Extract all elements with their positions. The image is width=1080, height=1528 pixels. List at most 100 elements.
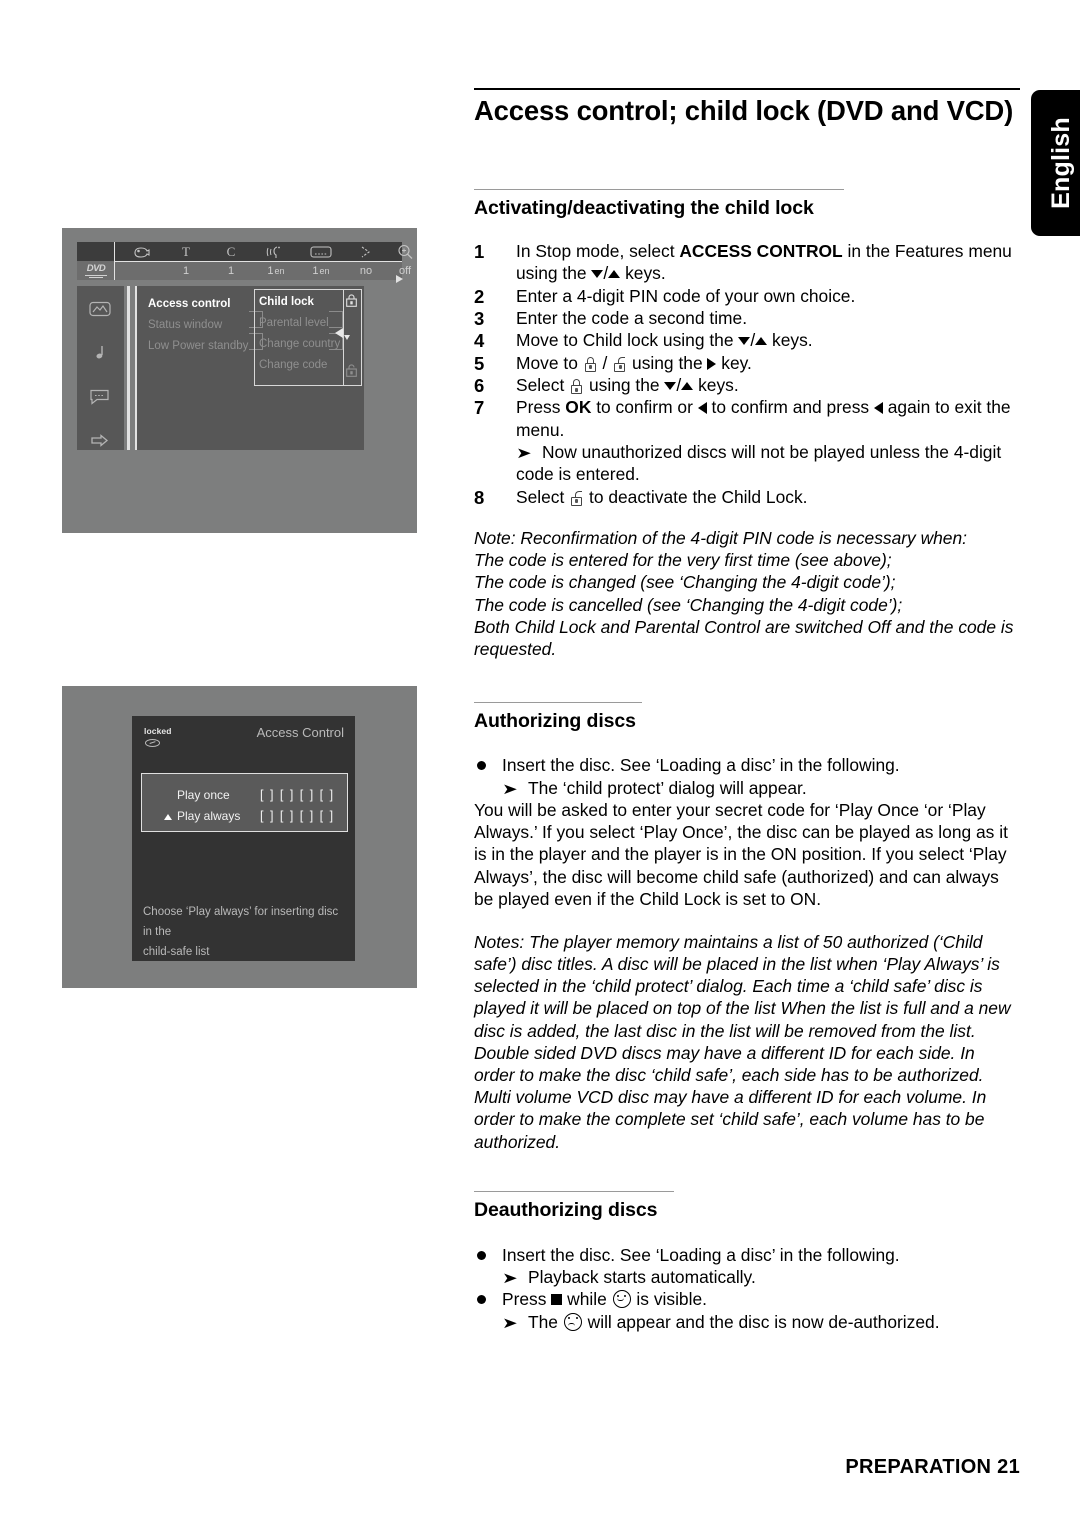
deauthorizing-bullet-1: Insert the disc. See ‘Loading a disc’ in…	[474, 1244, 1020, 1266]
down-arrow-icon	[591, 270, 604, 279]
step-7: 7 Press OK to confirm or to confirm and …	[474, 396, 1020, 441]
smiley-face-icon	[612, 1290, 631, 1309]
deauthorizing-bullet-2: Press while is visible.	[474, 1288, 1020, 1310]
lock-open-icon	[570, 490, 583, 506]
step-number-5: 5	[474, 352, 485, 374]
activating-note-3: The code is changed (see ‘Changing the 4…	[474, 572, 896, 593]
step-text-6c: keys.	[693, 374, 739, 395]
section-rule-authorizing	[474, 702, 642, 704]
title-icon: T	[182, 243, 190, 259]
step-text-1a: In Stop mode, select	[516, 240, 680, 261]
deauthorizing-substep-1: ➤ Playback starts automatically.	[474, 1266, 1020, 1288]
osd-body: Access control Status window Low Power s…	[77, 286, 402, 462]
menu-item-parental-level[interactable]: Parental level	[255, 313, 343, 334]
step-5: 5 Move to / using the key.	[474, 352, 1020, 374]
lock-open-icon[interactable]	[346, 364, 357, 377]
up-arrow-icon	[608, 270, 621, 279]
menu-item-status-window[interactable]: Status window	[148, 315, 258, 336]
step-text-5sep: /	[597, 352, 613, 373]
step-text-1c: keys.	[620, 263, 666, 284]
dvd-logo-underline-1	[85, 274, 107, 276]
play-mode-icon	[346, 243, 386, 260]
down-arrow-icon	[664, 381, 677, 390]
step-number-8: 8	[474, 486, 485, 508]
code-entry-play-always[interactable]: [ ] [ ] [ ] [ ]	[260, 809, 335, 823]
left-arrow-icon	[873, 402, 883, 415]
step-text-6a: Select	[516, 374, 570, 395]
deauthorizing-substep-2b: will appear and the disc is now de-autho…	[582, 1311, 940, 1332]
dialog-hint-line-2: child-safe list	[143, 946, 210, 959]
title-rule	[474, 88, 1020, 90]
osd-menu-column-1: Access control Status window Low Power s…	[148, 294, 258, 357]
round-bullet-icon	[477, 1295, 486, 1305]
section-heading-deauthorizing: Deauthorizing discs	[474, 1198, 658, 1221]
code-entry-play-once[interactable]: [ ] [ ] [ ] [ ]	[260, 788, 335, 802]
audio-value: 1 en	[267, 264, 285, 277]
step-1: 1 In Stop mode, select ACCESS CONTROL in…	[474, 240, 1012, 284]
menu-item-low-power-standby[interactable]: Low Power standby	[148, 336, 258, 357]
deauthorizing-bullet-1-text: Insert the disc. See ‘Loading a disc’ in…	[502, 1244, 900, 1265]
deauthorizing-bullet-2b: while	[562, 1289, 612, 1310]
deauthorizing-substep-2: ➤ The will appear and the disc is now de-…	[474, 1311, 1020, 1333]
step-number-1: 1	[474, 240, 485, 262]
step-bold-7: OK	[565, 397, 592, 418]
step-text-7a: Press	[516, 397, 566, 418]
authorizing-substep-1-text: The ‘child protect’ dialog will appear.	[528, 777, 807, 798]
menu-item-child-lock[interactable]: Child lock	[255, 292, 343, 313]
step-2: 2 Enter a 4-digit PIN code of your own c…	[474, 285, 1020, 307]
step-number-4: 4	[474, 330, 485, 352]
language-settings-icon[interactable]	[86, 386, 114, 408]
language-tab-label: English	[1046, 117, 1075, 209]
step-text-2: Enter a 4-digit PIN code of your own cho…	[516, 285, 856, 306]
round-bullet-icon	[477, 761, 486, 771]
page-footer: PREPARATION 21	[845, 1456, 1020, 1478]
step-number-3: 3	[474, 307, 485, 329]
option-row-play-once[interactable]: Play once [ ] [ ] [ ] [ ]	[142, 786, 347, 806]
dialog-frame: locked Access Control Play once [ ] [ ] …	[132, 716, 355, 961]
deauthorizing-bullet-2c: is visible.	[631, 1289, 707, 1310]
step-text-5c: key.	[716, 352, 752, 373]
cursor-left-arrow-icon	[335, 328, 343, 338]
round-bullet-icon	[477, 1250, 486, 1260]
zoom-icon	[391, 243, 419, 260]
locked-disc-icon	[145, 739, 160, 747]
chapter-value: 1	[227, 264, 235, 277]
step-bold-1: ACCESS CONTROL	[679, 240, 843, 261]
selection-marker-icon	[164, 814, 172, 820]
article-body: Access control; child lock (DVD and VCD)…	[474, 88, 1020, 1333]
page-title: Access control; child lock (DVD and VCD)	[474, 95, 1014, 126]
dvd-logo: DVD	[79, 263, 113, 278]
lock-closed-icon[interactable]	[346, 294, 357, 307]
picture-settings-icon[interactable]	[86, 298, 114, 320]
activating-note-5: Both Child Lock and Parental Control are…	[474, 616, 1014, 660]
step-text-8a: Select	[516, 486, 570, 507]
authorizing-paragraph: You will be asked to enter your secret c…	[474, 799, 1008, 909]
step-7-substep: ➤ Now unauthorized discs will not be play…	[474, 441, 1020, 486]
step-6: 6 Select using the / keys.	[474, 374, 739, 396]
dialog-options-box: Play once [ ] [ ] [ ] [ ] Play always [ …	[141, 773, 348, 832]
step-text-7c: to confirm and press	[706, 397, 874, 418]
triangle-bullet-icon: ➤	[502, 1314, 518, 1332]
osd-left-rail	[77, 286, 124, 450]
step-text-7b: to confirm or	[591, 397, 698, 418]
step-8: 8 Select to deactivate the Child Lock.	[474, 486, 1020, 508]
menu-item-change-country[interactable]: Change country	[255, 334, 343, 355]
sad-face-icon	[563, 1312, 582, 1331]
sound-settings-icon[interactable]	[86, 342, 114, 364]
option-row-play-always[interactable]: Play always [ ] [ ] [ ] [ ]	[142, 807, 347, 827]
left-arrow-icon	[697, 402, 707, 415]
menu-item-access-control[interactable]: Access control	[148, 294, 258, 315]
section-heading-activating: Activating/deactivating the child lock	[474, 196, 814, 219]
up-arrow-icon	[755, 337, 768, 346]
features-settings-icon[interactable]	[86, 430, 114, 452]
menu-item-change-code[interactable]: Change code	[255, 355, 343, 376]
dialog-hint-line-1: Choose ‘Play always’ for inserting disc …	[143, 906, 339, 939]
subtitle-icon	[301, 243, 341, 260]
section-heading-authorizing: Authorizing discs	[474, 710, 636, 733]
osd-menu-panel: Access control Status window Low Power s…	[137, 286, 364, 450]
triangle-bullet-icon: ➤	[502, 1270, 518, 1288]
step-text-5a: Move to	[516, 352, 583, 373]
option-label-play-once: Play once	[177, 788, 230, 802]
locked-label: locked	[144, 726, 172, 736]
osd-frame: DVD T C 1 1 1 en 1 en no off Access cont…	[77, 242, 412, 462]
